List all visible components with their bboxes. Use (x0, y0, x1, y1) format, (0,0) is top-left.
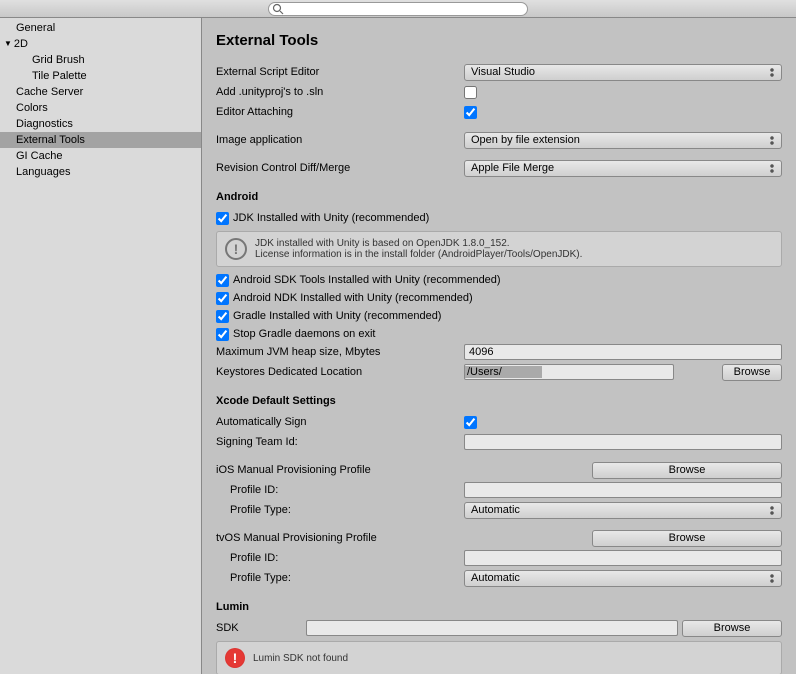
add-unityproj-label: Add .unityproj's to .sln (216, 86, 464, 98)
ios-profile-type-label: Profile Type: (216, 504, 464, 516)
script-editor-label: External Script Editor (216, 66, 464, 78)
tvos-profile-type-select[interactable]: Automatic (464, 570, 782, 587)
gradle-label: Gradle Installed with Unity (recommended… (233, 310, 441, 322)
lumin-sdk-input[interactable] (306, 620, 678, 636)
sidebar-item-colors[interactable]: Colors (0, 100, 201, 116)
sidebar-item-general[interactable]: General (0, 20, 201, 36)
lumin-error: ! Lumin SDK not found (216, 641, 782, 674)
keystore-label: Keystores Dedicated Location (216, 366, 464, 378)
tvos-profile-id-input[interactable] (464, 550, 782, 566)
ndk-label: Android NDK Installed with Unity (recomm… (233, 292, 473, 304)
autosign-label: Automatically Sign (216, 416, 464, 428)
sidebar-item-external-tools[interactable]: External Tools (0, 132, 201, 148)
ndk-checkbox[interactable] (216, 292, 229, 305)
ios-profile-id-input[interactable] (464, 482, 782, 498)
gradle-checkbox[interactable] (216, 310, 229, 323)
lumin-browse-button[interactable]: Browse (682, 620, 782, 637)
jdk-info: ! JDK installed with Unity is based on O… (216, 231, 782, 267)
info-icon: ! (225, 238, 247, 260)
sdk-checkbox[interactable] (216, 274, 229, 287)
jvm-input[interactable] (464, 344, 782, 360)
sidebar-item-languages[interactable]: Languages (0, 164, 201, 180)
team-input[interactable] (464, 434, 782, 450)
stop-gradle-checkbox[interactable] (216, 328, 229, 341)
sidebar-item-diagnostics[interactable]: Diagnostics (0, 116, 201, 132)
revision-select[interactable]: Apple File Merge (464, 160, 782, 177)
search-input[interactable] (268, 2, 528, 16)
lumin-error-text: Lumin SDK not found (253, 653, 348, 664)
ios-heading: iOS Manual Provisioning Profile (216, 464, 588, 476)
ios-browse-button[interactable]: Browse (592, 462, 782, 479)
editor-attaching-checkbox[interactable] (464, 106, 477, 119)
sidebar: General 2D Grid Brush Tile Palette Cache… (0, 18, 202, 674)
team-label: Signing Team Id: (216, 436, 464, 448)
script-editor-select[interactable]: Visual Studio (464, 64, 782, 81)
sidebar-item-cache-server[interactable]: Cache Server (0, 84, 201, 100)
ios-profile-type-select[interactable]: Automatic (464, 502, 782, 519)
content: External Tools External Script Editor Vi… (202, 18, 796, 674)
keystore-input[interactable]: /Users/ (464, 364, 674, 380)
jdk-label: JDK Installed with Unity (recommended) (233, 212, 429, 224)
jdk-info-line1: JDK installed with Unity is based on Ope… (255, 238, 582, 249)
jdk-checkbox[interactable] (216, 212, 229, 225)
lumin-heading: Lumin (216, 601, 782, 613)
sdk-label: Android SDK Tools Installed with Unity (… (233, 274, 501, 286)
add-unityproj-checkbox[interactable] (464, 86, 477, 99)
xcode-heading: Xcode Default Settings (216, 395, 782, 407)
revision-label: Revision Control Diff/Merge (216, 162, 464, 174)
jdk-info-line2: License information is in the install fo… (255, 249, 582, 260)
android-heading: Android (216, 191, 782, 203)
tvos-profile-id-label: Profile ID: (216, 552, 464, 564)
sidebar-item-tile-palette[interactable]: Tile Palette (0, 68, 201, 84)
lumin-sdk-label: SDK (216, 622, 306, 634)
sidebar-item-grid-brush[interactable]: Grid Brush (0, 52, 201, 68)
jvm-label: Maximum JVM heap size, Mbytes (216, 346, 464, 358)
editor-attaching-label: Editor Attaching (216, 106, 464, 118)
tvos-browse-button[interactable]: Browse (592, 530, 782, 547)
image-app-select[interactable]: Open by file extension (464, 132, 782, 149)
tvos-heading: tvOS Manual Provisioning Profile (216, 532, 588, 544)
image-app-label: Image application (216, 134, 464, 146)
stop-gradle-label: Stop Gradle daemons on exit (233, 328, 375, 340)
error-icon: ! (225, 648, 245, 668)
page-title: External Tools (216, 32, 782, 49)
ios-profile-id-label: Profile ID: (216, 484, 464, 496)
autosign-checkbox[interactable] (464, 416, 477, 429)
keystore-browse-button[interactable]: Browse (722, 364, 782, 381)
tvos-profile-type-label: Profile Type: (216, 572, 464, 584)
sidebar-item-gi-cache[interactable]: GI Cache (0, 148, 201, 164)
sidebar-item-2d[interactable]: 2D (0, 36, 201, 52)
topbar (0, 0, 796, 18)
